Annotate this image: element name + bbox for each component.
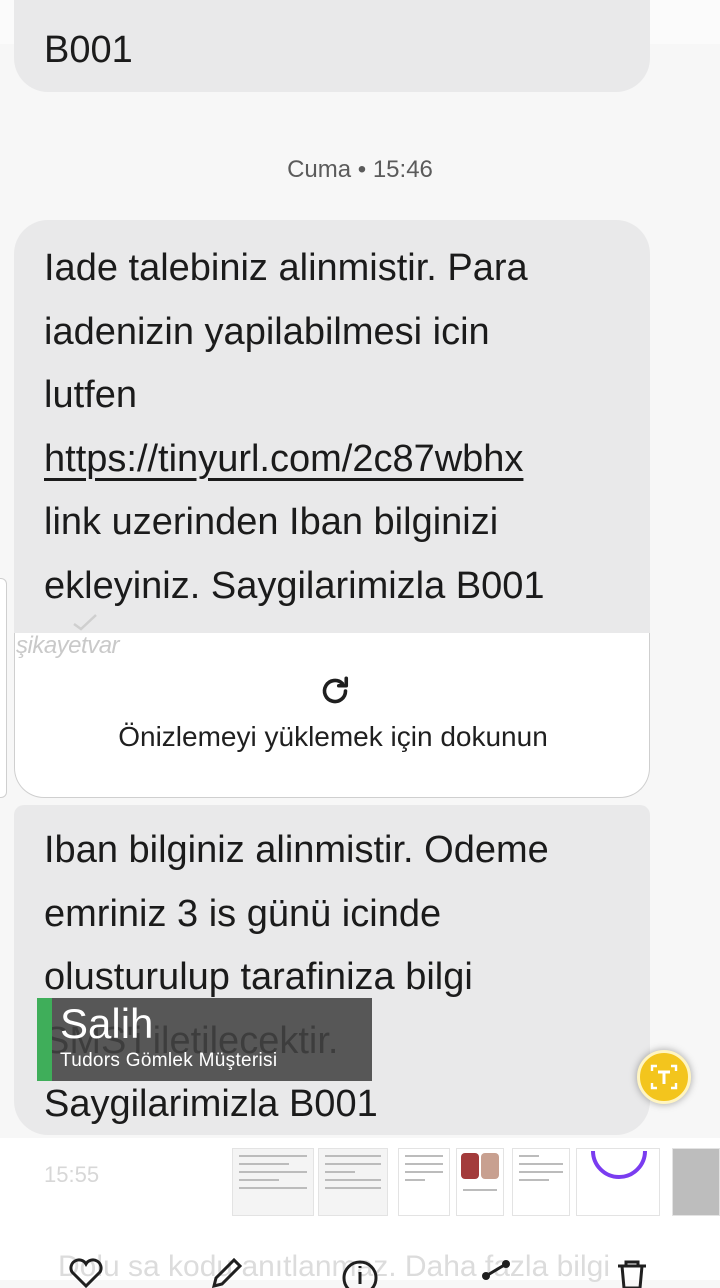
text-scan-icon bbox=[650, 1064, 678, 1090]
thumbnail-time: 15:55 bbox=[44, 1162, 100, 1187]
info-icon[interactable] bbox=[340, 1258, 380, 1288]
thumbnail[interactable] bbox=[456, 1148, 504, 1216]
message-line: Iade talebiniz alinmistir. Para bbox=[44, 247, 528, 289]
message-line: emriniz 3 is günü icinde bbox=[44, 892, 442, 935]
message-line: lutfen bbox=[44, 374, 137, 416]
thumbnail[interactable] bbox=[232, 1148, 314, 1216]
text-scan-button[interactable] bbox=[637, 1050, 691, 1104]
adjacent-card-edge bbox=[0, 578, 7, 798]
message-line: ekleyiniz. Saygilarimizla B001 bbox=[44, 564, 545, 607]
heart-icon[interactable] bbox=[66, 1258, 106, 1288]
watermark: şikayetvar bbox=[16, 632, 120, 659]
message-timestamp: Cuma • 15:46 bbox=[287, 156, 433, 183]
thumbnail[interactable] bbox=[576, 1148, 660, 1216]
thumbnail[interactable] bbox=[318, 1148, 388, 1216]
video-caption: Salih Tudors Gömlek Müşterisi bbox=[37, 998, 372, 1081]
caption-role: Tudors Gömlek Müşterisi bbox=[60, 1050, 278, 1071]
message-line: Saygilarimizla B001 bbox=[44, 1083, 378, 1125]
message-link[interactable]: https://tinyurl.com/2c87wbhx bbox=[44, 438, 523, 480]
message-line: Iban bilginiz alinmistir. Odeme bbox=[44, 829, 549, 871]
bottom-overlay-text: Dolu sa kodu anıtlanmaz. Daha fazla bilg… bbox=[58, 1250, 610, 1283]
message-bubble-previous[interactable]: B001 bbox=[14, 0, 650, 92]
message-line: iadenizin yapilabilmesi icin bbox=[44, 310, 490, 353]
link-preview-label: Önizlemeyi yüklemek için dokunun bbox=[118, 721, 548, 752]
watermark-check-icon bbox=[73, 614, 97, 631]
thumbnail[interactable] bbox=[672, 1148, 720, 1216]
message-bubble-iban[interactable]: Iban bilginiz alinmistir. Odeme emriniz … bbox=[14, 805, 650, 1135]
message-line: link uzerinden Iban bilginizi bbox=[44, 501, 499, 543]
thumbnail[interactable] bbox=[398, 1148, 450, 1216]
delete-icon[interactable] bbox=[612, 1258, 652, 1288]
refresh-icon bbox=[322, 676, 349, 704]
message-text: B001 bbox=[44, 29, 133, 71]
caption-name: Salih bbox=[60, 1000, 154, 1047]
thumbnail[interactable] bbox=[512, 1148, 570, 1216]
message-bubble-refund[interactable]: Iade talebiniz alinmistir. Para iadenizi… bbox=[14, 220, 650, 634]
share-icon[interactable] bbox=[476, 1258, 516, 1288]
edit-icon[interactable] bbox=[206, 1258, 246, 1288]
